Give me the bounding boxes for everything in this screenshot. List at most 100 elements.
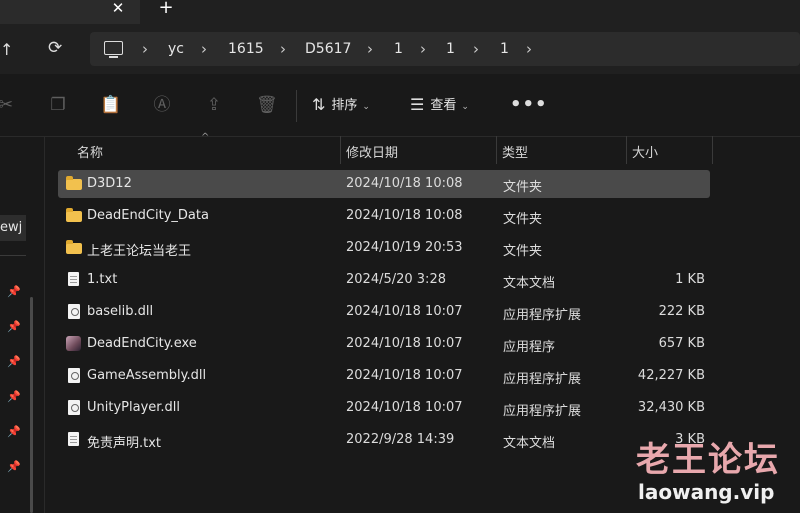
tab-bar: ✕ + [0,0,800,24]
breadcrumb-item[interactable]: 1 [446,41,455,57]
column-header-size[interactable]: 大小 [632,142,658,161]
column-header-type[interactable]: 类型 [502,142,528,161]
pin-icon[interactable]: 📌 [7,390,21,403]
column-header-row: ^ 名称 修改日期 类型 大小 [44,132,800,164]
file-name: GameAssembly.dll [87,368,207,383]
sort-label: 排序 [331,98,358,113]
column-divider[interactable] [626,136,627,164]
column-header-name[interactable]: 名称 [77,142,103,161]
active-tab[interactable]: ✕ [0,0,140,24]
file-row[interactable]: GameAssembly.dll 2024/10/18 10:07 应用程序扩展… [58,362,710,390]
file-name: 免责声明.txt [87,436,162,451]
column-header-modified[interactable]: 修改日期 [346,142,398,161]
file-type: 应用程序扩展 [503,308,582,323]
view-button[interactable]: ☰ 查看 ⌄ [410,94,469,116]
file-row[interactable]: 1.txt 2024/5/20 3:28 文本文档 1 KB [58,266,710,294]
dll-file-icon [68,304,80,319]
file-modified: 2024/10/19 20:53 [346,240,463,255]
sort-caret-icon: ^ [201,132,210,143]
column-divider[interactable] [712,136,713,164]
text-file-icon [68,432,79,446]
file-modified: 2022/9/28 14:39 [346,432,455,447]
breadcrumb-separator-icon[interactable]: › [526,40,532,58]
folder-icon [66,208,82,222]
copy-icon[interactable]: ❐ [48,95,68,115]
dll-file-icon [68,400,80,415]
breadcrumb-separator-icon[interactable]: › [420,40,426,58]
file-type: 应用程序扩展 [503,404,582,419]
breadcrumb-item[interactable]: yc [168,41,184,57]
close-tab-icon[interactable]: ✕ [108,0,128,18]
breadcrumb-separator-icon[interactable]: › [280,40,286,58]
file-row[interactable]: D3D12 2024/10/18 10:08 文件夹 [58,170,710,198]
file-type: 应用程序扩展 [503,372,582,387]
file-modified: 2024/10/18 10:07 [346,304,463,319]
watermark-url-text: laowang.vip [638,480,775,504]
computer-icon[interactable] [104,41,123,58]
breadcrumb-separator-icon[interactable]: › [367,40,373,58]
pin-icon[interactable]: 📌 [7,285,21,298]
file-type: 文件夹 [503,212,543,227]
share-icon[interactable]: ⇪ [204,95,224,115]
folder-icon [66,176,82,190]
refresh-icon[interactable]: ⟳ [48,38,62,58]
file-row[interactable]: 上老王论坛当老王 2024/10/19 20:53 文件夹 [58,234,710,262]
address-bar[interactable]: › yc › 1615 › D5617 › 1 › 1 › 1 › [90,32,800,66]
cut-icon[interactable]: ✂ [0,95,16,115]
more-options-icon[interactable]: ••• [510,94,548,115]
file-size: 1 KB [675,272,705,287]
toolbar-divider [296,90,297,122]
rename-icon[interactable]: Ⓐ [152,95,172,115]
file-name: 上老王论坛当老王 [87,244,192,259]
view-label: 查看 [430,98,457,113]
new-tab-icon[interactable]: + [154,0,178,18]
file-modified: 2024/10/18 10:07 [346,336,463,351]
file-size: 42,227 KB [637,368,705,383]
file-row[interactable]: UnityPlayer.dll 2024/10/18 10:07 应用程序扩展 … [58,394,710,422]
pin-icon[interactable]: 📌 [7,355,21,368]
view-icon: ☰ [410,95,425,114]
file-name: 1.txt [87,272,118,287]
chevron-down-icon: ⌄ [362,102,370,112]
file-type: 文件夹 [503,180,543,195]
watermark-logo-text: 老王论坛 [636,440,780,480]
file-name: DeadEndCity_Data [87,208,209,223]
text-file-icon [68,272,79,286]
pin-icon[interactable]: 📌 [7,320,21,333]
breadcrumb-item[interactable]: 1615 [228,41,264,57]
file-modified: 2024/10/18 10:08 [346,176,463,191]
file-size: 222 KB [658,304,705,319]
breadcrumb-separator-icon[interactable]: › [473,40,479,58]
breadcrumb-item[interactable]: 1 [500,41,509,57]
watermark: 老王论坛 laowang.vip [610,432,790,508]
breadcrumb-item[interactable]: D5617 [305,41,351,57]
file-type: 文本文档 [503,436,556,451]
file-row[interactable]: baselib.dll 2024/10/18 10:07 应用程序扩展 222 … [58,298,710,326]
file-row[interactable]: DeadEndCity.exe 2024/10/18 10:07 应用程序 65… [58,330,710,358]
column-divider[interactable] [340,136,341,164]
file-size: 32,430 KB [637,400,705,415]
breadcrumb-item[interactable]: 1 [394,41,403,57]
up-arrow-icon[interactable]: ↑ [0,40,13,59]
pin-icon[interactable]: 📌 [7,460,21,473]
sort-button[interactable]: ⇅ 排序 ⌄ [312,94,370,116]
file-name: DeadEndCity.exe [87,336,197,351]
delete-icon[interactable]: 🗑 [256,95,278,115]
dll-file-icon [68,368,80,383]
breadcrumb-separator-icon[interactable]: › [201,40,207,58]
pin-icon[interactable]: 📌 [7,425,21,438]
file-modified: 2024/10/18 10:07 [346,368,463,383]
sort-icon: ⇅ [312,95,326,114]
sidebar-item-label[interactable]: ewj [0,215,26,241]
paste-icon[interactable]: 📋 [100,95,121,115]
file-name: UnityPlayer.dll [87,400,181,415]
file-type: 应用程序 [503,340,556,355]
breadcrumb-separator-icon[interactable]: › [142,40,148,58]
file-size: 657 KB [658,336,705,351]
file-row[interactable]: DeadEndCity_Data 2024/10/18 10:08 文件夹 [58,202,710,230]
sidebar-scrollbar[interactable] [30,297,33,513]
file-type: 文件夹 [503,244,543,259]
column-divider[interactable] [496,136,497,164]
file-name: baselib.dll [87,304,154,319]
chevron-down-icon: ⌄ [461,102,469,112]
